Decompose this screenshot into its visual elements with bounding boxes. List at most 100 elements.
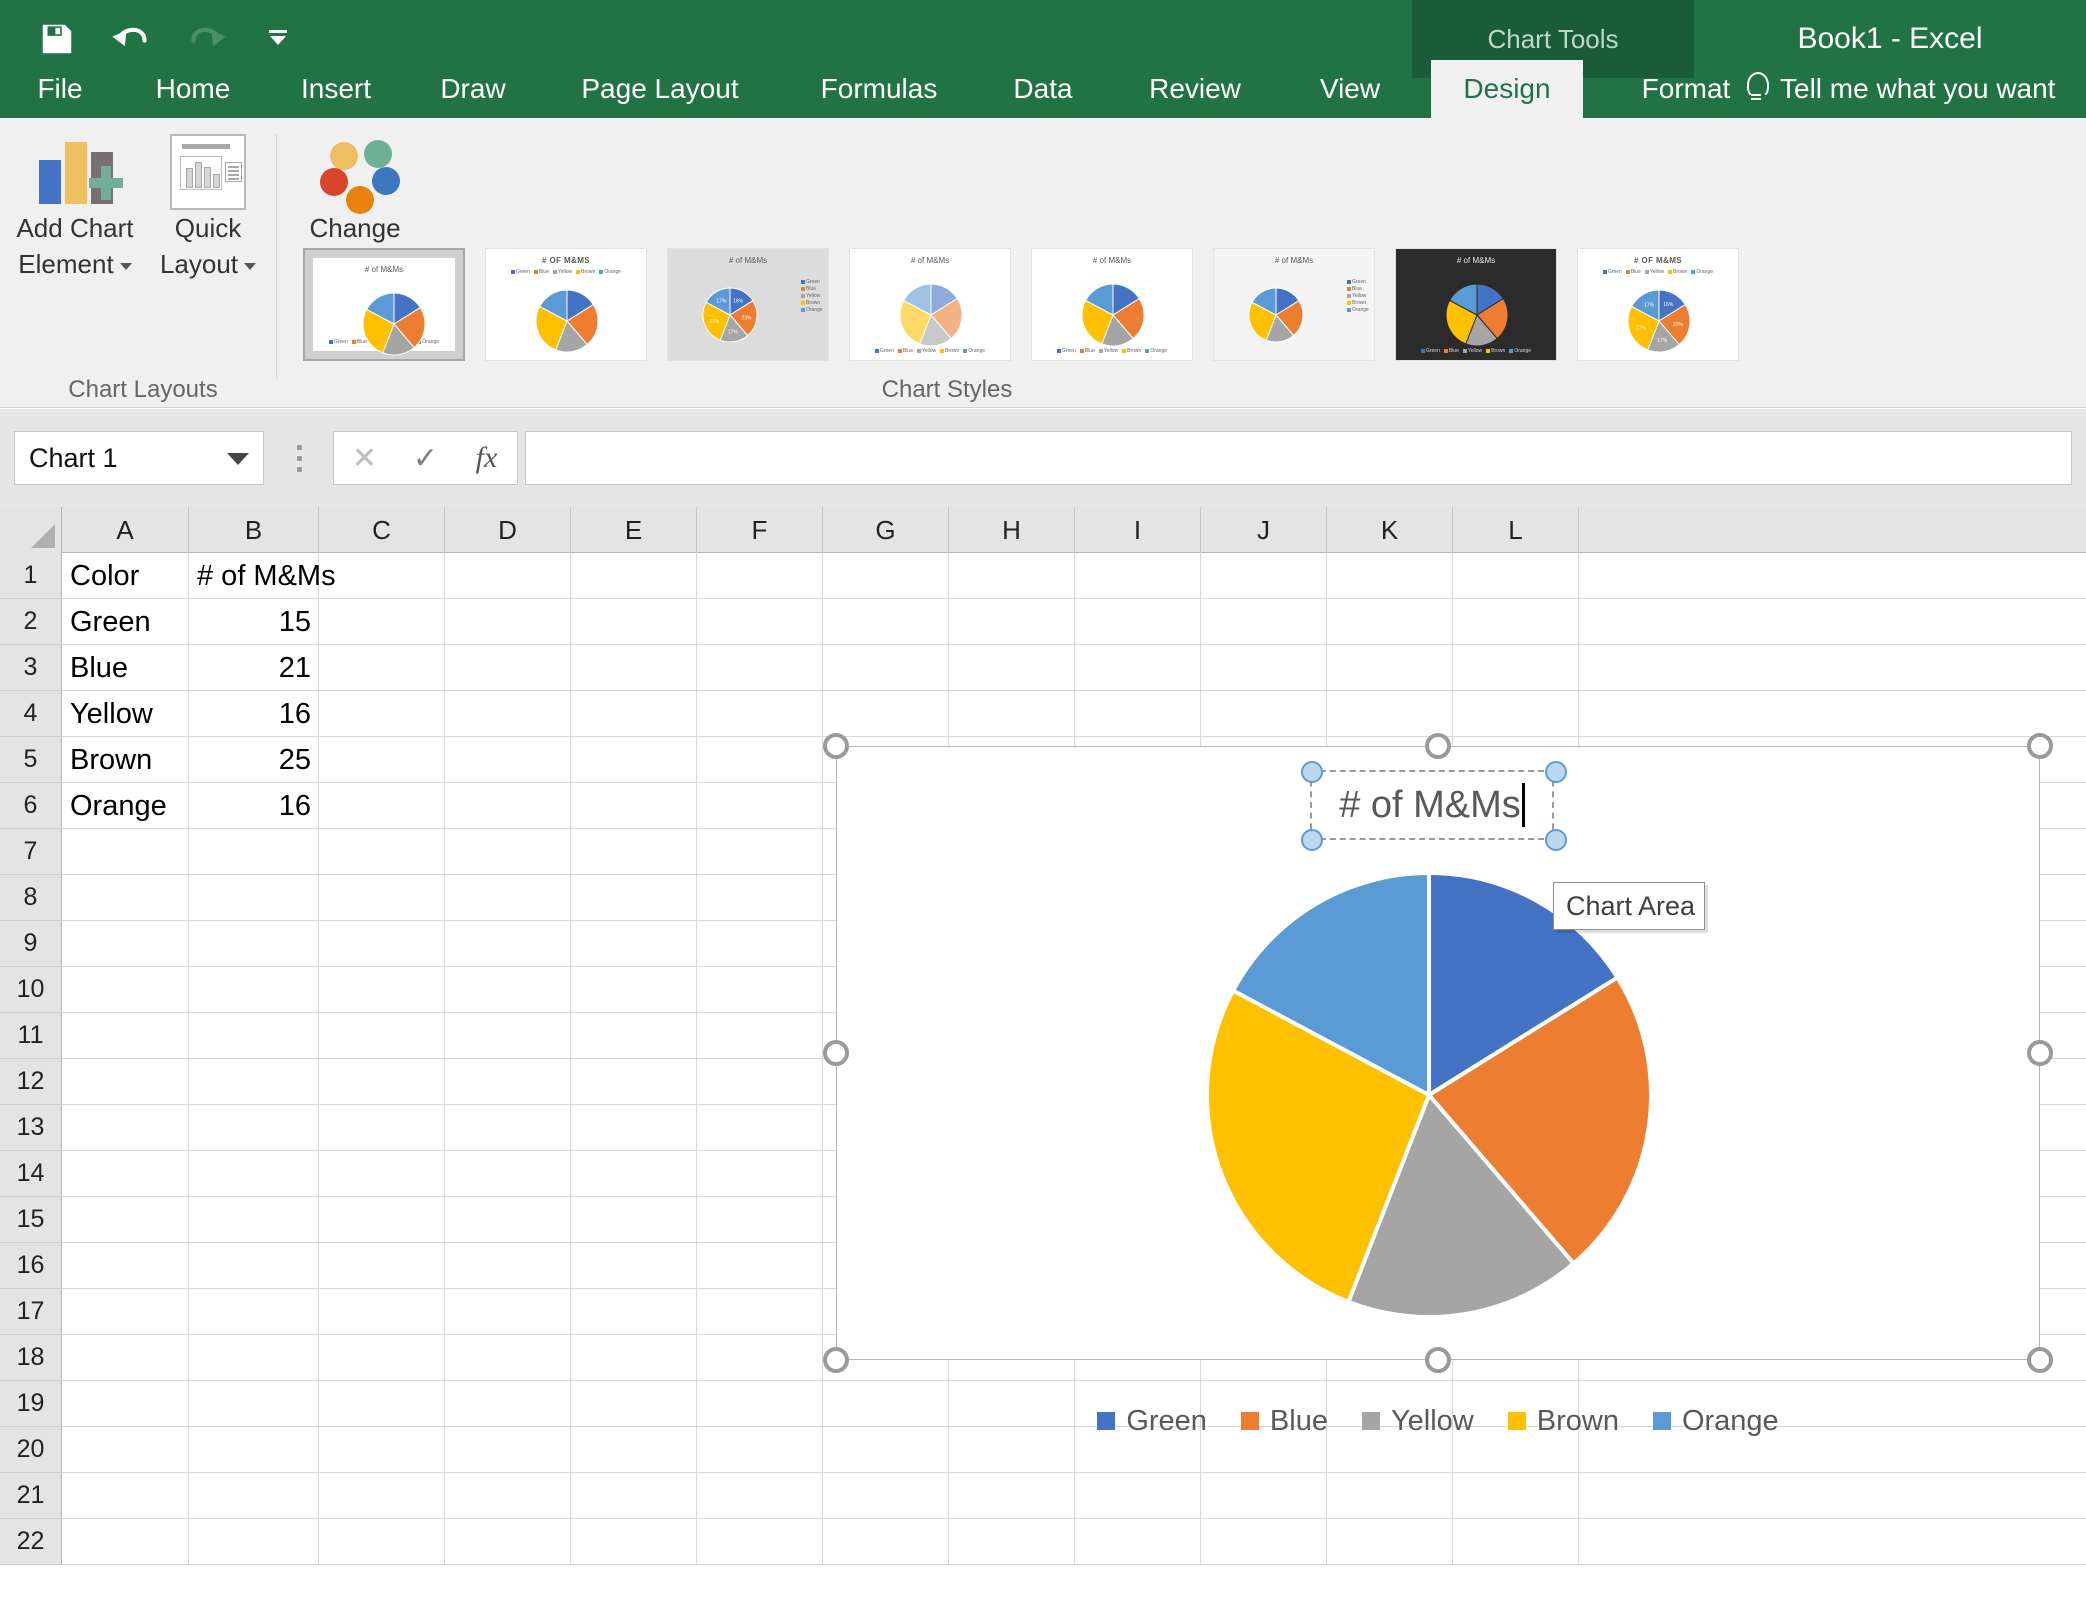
cell-H3[interactable] [949,645,1075,691]
row-header-16[interactable]: 16 [0,1243,62,1289]
cell-C11[interactable] [319,1013,445,1059]
chart-handle-bottom-left[interactable] [823,1347,849,1373]
cell-A8[interactable] [62,875,189,921]
row-header-1[interactable]: 1 [0,553,62,599]
cell-E3[interactable] [571,645,697,691]
cell-F8[interactable] [697,875,823,921]
cell-L3[interactable] [1453,645,1579,691]
cell-E17[interactable] [571,1289,697,1335]
cell-F14[interactable] [697,1151,823,1197]
cell-E13[interactable] [571,1105,697,1151]
cell-F22[interactable] [697,1519,823,1565]
row-header-18[interactable]: 18 [0,1335,62,1381]
chart-style-thumbnail-1[interactable]: # of M&MsGreenBlueYellowBrownOrange [303,248,465,361]
cell-D20[interactable] [445,1427,571,1473]
cell-G21[interactable] [823,1473,949,1519]
row-header-12[interactable]: 12 [0,1059,62,1105]
title-handle-bottom-left[interactable] [1301,829,1323,851]
cell-E18[interactable] [571,1335,697,1381]
cell-A15[interactable] [62,1197,189,1243]
cell-F15[interactable] [697,1197,823,1243]
row-header-17[interactable]: 17 [0,1289,62,1335]
chart-legend[interactable]: GreenBlueYellowBrownOrange [836,1398,2040,1444]
cell-F12[interactable] [697,1059,823,1105]
cell-F18[interactable] [697,1335,823,1381]
cell-I3[interactable] [1075,645,1201,691]
chart-title-editor[interactable]: # of M&Ms [1310,770,1554,840]
cell-C3[interactable] [319,645,445,691]
cell-E16[interactable] [571,1243,697,1289]
chart-styles-gallery[interactable]: # of M&MsGreenBlueYellowBrownOrange# OF … [303,248,2086,361]
cell-D13[interactable] [445,1105,571,1151]
tab-data[interactable]: Data [991,60,1095,118]
pie-chart-plot[interactable] [1205,871,1653,1319]
chart-style-thumbnail-6[interactable]: # of M&MsGreenBlueYellowBrownOrange [1213,248,1375,361]
cell-A22[interactable] [62,1519,189,1565]
row-header-4[interactable]: 4 [0,691,62,737]
cell-A12[interactable] [62,1059,189,1105]
column-header-G[interactable]: G [823,507,949,553]
name-box[interactable]: Chart 1 [14,431,264,485]
cell-C10[interactable] [319,967,445,1013]
legend-item-brown[interactable]: Brown [1508,1405,1619,1438]
cell-C6[interactable] [319,783,445,829]
cell-C16[interactable] [319,1243,445,1289]
column-header-I[interactable]: I [1075,507,1201,553]
cell-A10[interactable] [62,967,189,1013]
cell-row-1-overflow[interactable] [1579,553,2086,599]
cell-K1[interactable] [1327,553,1453,599]
tab-design[interactable]: Design [1431,60,1583,118]
legend-item-orange[interactable]: Orange [1653,1405,1779,1438]
cell-D9[interactable] [445,921,571,967]
cell-H4[interactable] [949,691,1075,737]
cell-E20[interactable] [571,1427,697,1473]
cell-A11[interactable] [62,1013,189,1059]
row-header-21[interactable]: 21 [0,1473,62,1519]
chart-handle-bottom-right[interactable] [2027,1347,2053,1373]
chart-style-thumbnail-2[interactable]: # OF M&MSGreenBlueYellowBrownOrange [485,248,647,361]
chart-style-thumbnail-3[interactable]: # of M&MsGreenBlueYellowBrownOrange16%23… [667,248,829,361]
cell-I22[interactable] [1075,1519,1201,1565]
cell-C8[interactable] [319,875,445,921]
cell-B20[interactable] [189,1427,319,1473]
cell-row-2-overflow[interactable] [1579,599,2086,645]
cell-D18[interactable] [445,1335,571,1381]
cell-G22[interactable] [823,1519,949,1565]
cell-E10[interactable] [571,967,697,1013]
chevron-down-icon[interactable] [244,263,256,270]
cell-E14[interactable] [571,1151,697,1197]
cell-A14[interactable] [62,1151,189,1197]
cell-A17[interactable] [62,1289,189,1335]
cell-D8[interactable] [445,875,571,921]
cell-E22[interactable] [571,1519,697,1565]
cell-C22[interactable] [319,1519,445,1565]
cell-L1[interactable] [1453,553,1579,599]
redo-icon[interactable] [180,14,232,64]
cell-F20[interactable] [697,1427,823,1473]
cell-C14[interactable] [319,1151,445,1197]
cell-B22[interactable] [189,1519,319,1565]
column-header-J[interactable]: J [1201,507,1327,553]
cell-G2[interactable] [823,599,949,645]
add-chart-element-button[interactable]: Add Chart Element [10,134,140,282]
cell-D2[interactable] [445,599,571,645]
cell-F11[interactable] [697,1013,823,1059]
cell-D16[interactable] [445,1243,571,1289]
cell-F3[interactable] [697,645,823,691]
cell-F16[interactable] [697,1243,823,1289]
row-header-6[interactable]: 6 [0,783,62,829]
cell-C21[interactable] [319,1473,445,1519]
cell-E11[interactable] [571,1013,697,1059]
cell-E15[interactable] [571,1197,697,1243]
cell-C7[interactable] [319,829,445,875]
cell-D17[interactable] [445,1289,571,1335]
cell-I1[interactable] [1075,553,1201,599]
cell-F7[interactable] [697,829,823,875]
cell-C15[interactable] [319,1197,445,1243]
cell-L4[interactable] [1453,691,1579,737]
cell-K3[interactable] [1327,645,1453,691]
cell-A7[interactable] [62,829,189,875]
cell-H21[interactable] [949,1473,1075,1519]
cancel-icon[interactable]: ✕ [334,432,395,484]
tab-format[interactable]: Format [1609,60,1763,118]
